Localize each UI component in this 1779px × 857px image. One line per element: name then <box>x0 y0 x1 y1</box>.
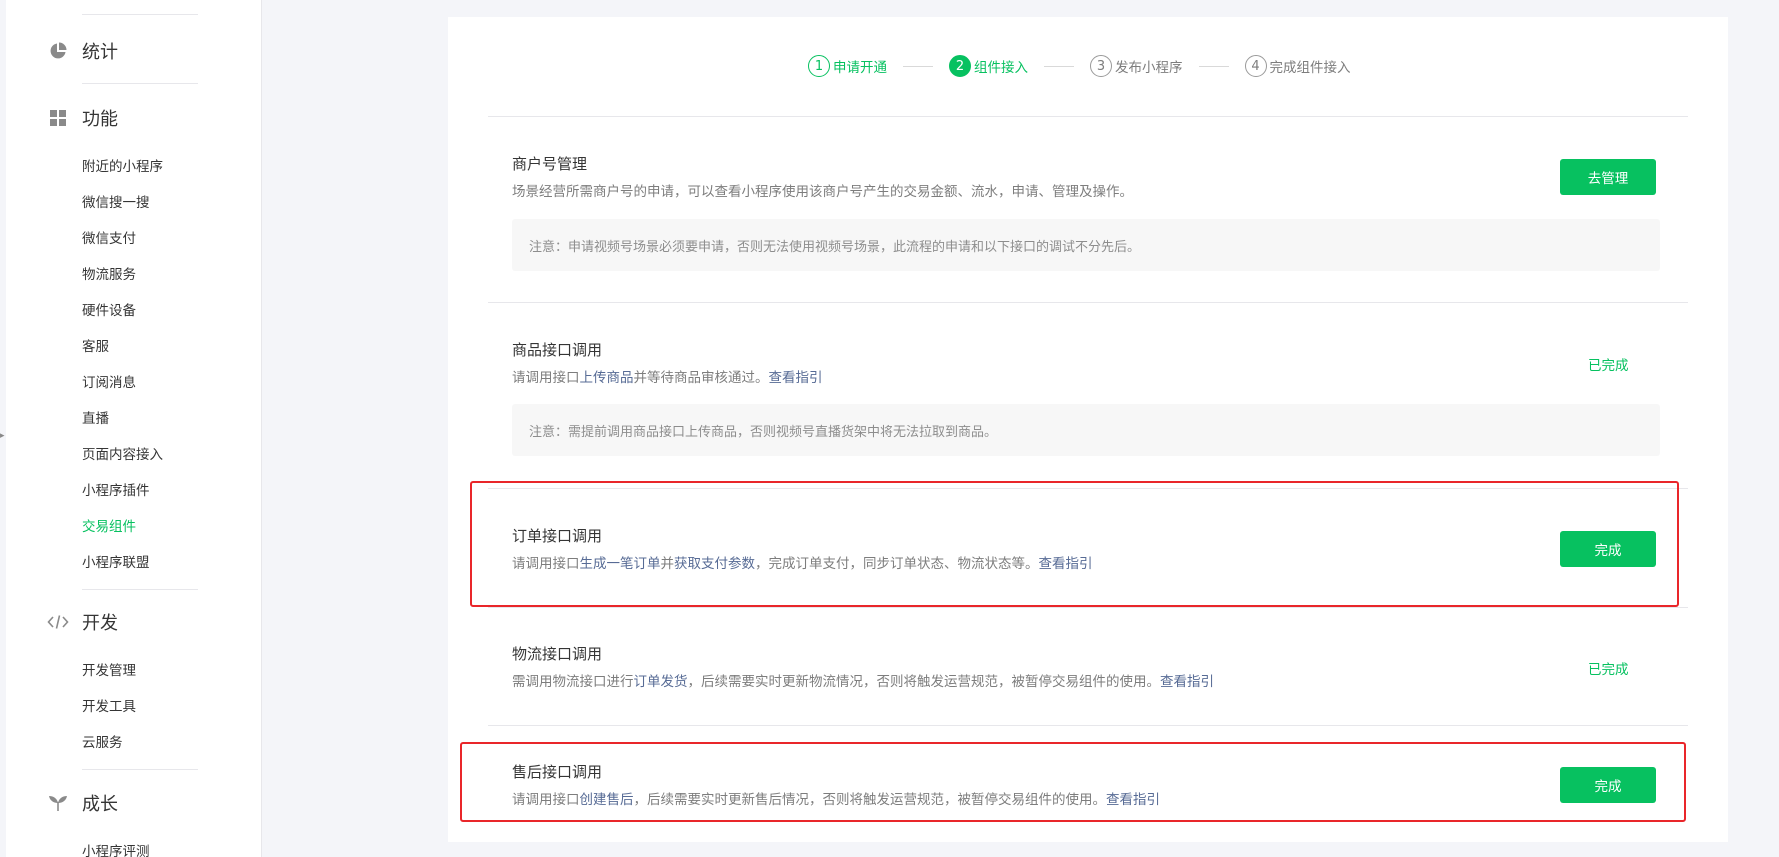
sidebar: 统计 功能 附近的小程序 微信搜一搜 微信支付 物流服务 硬件设备 客服 订阅消… <box>6 0 262 857</box>
sidebar-item-dev-tools[interactable]: 开发工具 <box>82 698 136 716</box>
desc-text: ，后续需要实时更新售后情况，否则将触发运营规范，被暂停交易组件的使用。 <box>633 792 1107 808</box>
divider <box>82 14 198 15</box>
desc-text: 请调用接口 <box>512 792 580 808</box>
section-title: 物流接口调用 <box>512 645 603 663</box>
order-complete-button[interactable]: 完成 <box>1560 531 1656 567</box>
aftersale-complete-button[interactable]: 完成 <box>1560 767 1656 803</box>
pie-chart-icon <box>46 39 70 63</box>
step-connector <box>903 65 933 67</box>
code-icon <box>46 610 70 634</box>
step-publish: 3 发布小程序 <box>1090 55 1183 77</box>
divider <box>82 83 198 84</box>
section-desc: 场景经营所需商户号的申请，可以查看小程序使用该商户号产生的交易金额、流水，申请、… <box>512 184 1133 200</box>
main-panel: 1 申请开通 2 组件接入 3 发布小程序 4 完成组件接入 商户号管理 场景经… <box>448 17 1728 842</box>
step-number: 3 <box>1090 55 1112 77</box>
step-label: 组件接入 <box>974 60 1028 76</box>
grid-icon <box>46 106 70 130</box>
desc-text: 需调用物流接口进行 <box>512 674 634 690</box>
section-product: 商品接口调用 请调用接口上传商品并等待商品审核通过。查看指引 <box>512 340 1662 388</box>
sidebar-item-plugin[interactable]: 小程序插件 <box>82 482 150 500</box>
create-order-link[interactable]: 生成一笔订单 <box>580 556 661 572</box>
sidebar-item-search[interactable]: 微信搜一搜 <box>82 194 150 212</box>
sidebar-group-growth[interactable]: 成长 <box>46 790 118 816</box>
manage-button[interactable]: 去管理 <box>1560 159 1656 195</box>
step-connector <box>1198 65 1229 67</box>
sidebar-item-trade-component[interactable]: 交易组件 <box>82 518 136 536</box>
desc-text: ，完成订单支付，同步订单状态、物流状态等。 <box>755 556 1039 572</box>
collapse-arrow-icon[interactable]: ▸ <box>0 431 5 441</box>
divider <box>488 725 1688 726</box>
step-integrate: 2 组件接入 <box>949 55 1028 77</box>
product-note: 注意：需提前调用商品接口上传商品，否则视频号直播货架中将无法拉取到商品。 <box>512 404 1660 456</box>
sidebar-item-dev-manage[interactable]: 开发管理 <box>82 662 136 680</box>
sidebar-group-stats[interactable]: 统计 <box>46 38 118 64</box>
create-aftersale-link[interactable]: 创建售后 <box>580 792 634 808</box>
desc-text: 并 <box>660 556 675 572</box>
desc-text: ，后续需要实时更新物流情况，否则将触发运营规范，被暂停交易组件的使用。 <box>687 674 1161 690</box>
section-title: 商户号管理 <box>512 155 588 173</box>
step-apply: 1 申请开通 <box>808 55 887 77</box>
merchant-note: 注意：申请视频号场景必须要申请，否则无法使用视频号场景，此流程的申请和以下接口的… <box>512 219 1660 271</box>
divider <box>488 607 1688 608</box>
step-finish: 4 完成组件接入 <box>1244 55 1351 77</box>
step-label: 发布小程序 <box>1115 60 1183 76</box>
section-desc: 请调用接口上传商品并等待商品审核通过。查看指引 <box>512 368 1662 388</box>
payment-params-link[interactable]: 获取支付参数 <box>674 556 755 572</box>
sidebar-group-features[interactable]: 功能 <box>46 105 118 131</box>
section-desc: 需调用物流接口进行订单发货，后续需要实时更新物流情况，否则将触发运营规范，被暂停… <box>512 672 1662 692</box>
sidebar-item-wechat-pay[interactable]: 微信支付 <box>82 230 136 248</box>
divider <box>82 589 198 590</box>
stepper: 1 申请开通 2 组件接入 3 发布小程序 4 完成组件接入 <box>808 54 1351 78</box>
section-title: 订单接口调用 <box>512 527 603 545</box>
sidebar-item-cloud[interactable]: 云服务 <box>82 734 123 752</box>
sidebar-item-live[interactable]: 直播 <box>82 410 109 428</box>
section-title: 售后接口调用 <box>512 763 603 781</box>
section-aftersale: 售后接口调用 请调用接口创建售后，后续需要实时更新售后情况，否则将触发运营规范，… <box>512 762 1662 810</box>
section-order: 订单接口调用 请调用接口生成一笔订单并获取支付参数，完成订单支付，同步订单状态、… <box>512 526 1662 574</box>
divider <box>488 302 1688 303</box>
section-title: 商品接口调用 <box>512 341 603 359</box>
step-label: 完成组件接入 <box>1269 60 1351 76</box>
view-guide-link[interactable]: 查看指引 <box>1160 674 1214 690</box>
view-guide-link[interactable]: 查看指引 <box>769 370 823 386</box>
desc-text: 请调用接口 <box>512 556 580 572</box>
sidebar-item-logistics[interactable]: 物流服务 <box>82 266 136 284</box>
step-number: 4 <box>1244 55 1267 77</box>
ship-order-link[interactable]: 订单发货 <box>634 674 688 690</box>
section-logistics: 物流接口调用 需调用物流接口进行订单发货，后续需要实时更新物流情况，否则将触发运… <box>512 644 1662 692</box>
section-desc: 请调用接口创建售后，后续需要实时更新售后情况，否则将触发运营规范，被暂停交易组件… <box>512 790 1662 810</box>
step-connector <box>1044 65 1074 67</box>
sprout-icon <box>46 791 70 815</box>
divider <box>488 116 1688 117</box>
desc-text: 请调用接口 <box>512 370 580 386</box>
step-number: 1 <box>808 55 830 77</box>
sidebar-group-label: 统计 <box>82 42 118 63</box>
upload-product-link[interactable]: 上传商品 <box>580 370 634 386</box>
sidebar-group-label: 功能 <box>82 109 118 130</box>
sidebar-group-dev[interactable]: 开发 <box>46 609 118 635</box>
step-number: 2 <box>949 55 971 77</box>
view-guide-link[interactable]: 查看指引 <box>1039 556 1093 572</box>
sidebar-item-page-content[interactable]: 页面内容接入 <box>82 446 163 464</box>
sidebar-item-nearby[interactable]: 附近的小程序 <box>82 158 163 176</box>
view-guide-link[interactable]: 查看指引 <box>1106 792 1160 808</box>
logistics-status: 已完成 <box>1588 662 1629 678</box>
divider <box>82 769 198 770</box>
sidebar-item-hardware[interactable]: 硬件设备 <box>82 302 136 320</box>
sidebar-item-subscribe-msg[interactable]: 订阅消息 <box>82 374 136 392</box>
divider <box>488 488 1688 489</box>
sidebar-group-label: 成长 <box>82 794 118 815</box>
desc-text: 并等待商品审核通过。 <box>633 370 769 386</box>
product-status: 已完成 <box>1588 358 1629 374</box>
step-label: 申请开通 <box>833 60 887 76</box>
sidebar-item-union[interactable]: 小程序联盟 <box>82 554 150 572</box>
section-desc: 请调用接口生成一笔订单并获取支付参数，完成订单支付，同步订单状态、物流状态等。查… <box>512 554 1662 574</box>
sidebar-group-label: 开发 <box>82 613 118 634</box>
section-merchant: 商户号管理 场景经营所需商户号的申请，可以查看小程序使用该商户号产生的交易金额、… <box>512 154 1662 202</box>
sidebar-item-evaluation[interactable]: 小程序评测 <box>82 843 150 857</box>
sidebar-item-customer-service[interactable]: 客服 <box>82 338 109 356</box>
